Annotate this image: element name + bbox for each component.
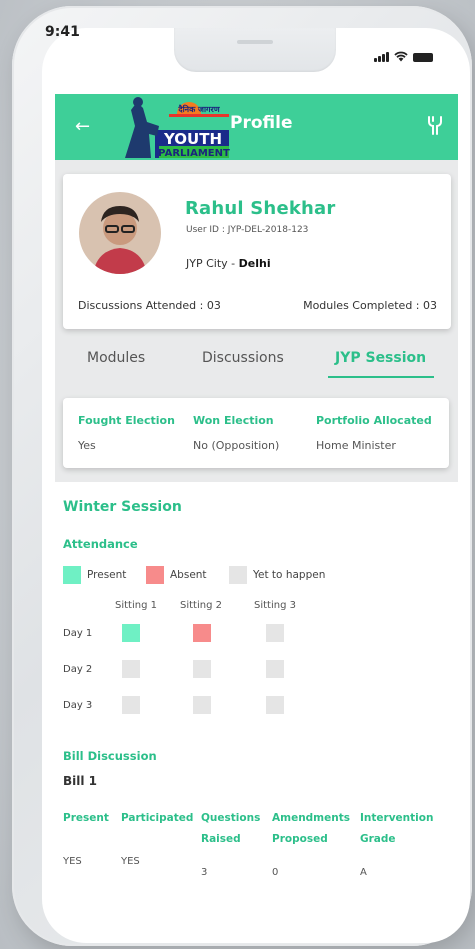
attendance-cell-day2-sitting2 [193, 660, 211, 678]
city-label: JYP City - [186, 257, 239, 270]
user-city: JYP City - Delhi [186, 257, 271, 270]
session-title: Winter Session [63, 499, 182, 515]
attendance-cell-day2-sitting1 [122, 660, 140, 678]
youth-parliament-logo: दैनिक जागरण YOUTH PARLIAMENT [125, 97, 230, 158]
attendance-cell-day2-sitting3 [266, 660, 284, 678]
attendance-cell-day1-sitting3 [266, 624, 284, 642]
bill-header-intervention-line2: Grade [360, 833, 396, 845]
day-2-label: Day 2 [63, 664, 93, 675]
logo-text-top: दैनिक जागरण [177, 104, 220, 114]
bill-discussion-title: Bill Discussion [63, 749, 157, 763]
status-icons [374, 51, 433, 62]
won-election-value: No (Opposition) [193, 439, 280, 452]
city-value: Delhi [238, 257, 271, 270]
logo-text-mid: YOUTH [163, 130, 222, 148]
tab-bar: Modules Discussions JYP Session [55, 340, 458, 380]
tab-jyp-session[interactable]: JYP Session [335, 350, 426, 366]
discussions-attended: Discussions Attended : 03 [78, 299, 221, 312]
tab-discussions[interactable]: Discussions [202, 350, 284, 366]
attendance-cell-day3-sitting3 [266, 696, 284, 714]
bill-header-intervention: Intervention Grade [360, 808, 433, 850]
legend-pending-label: Yet to happen [253, 569, 326, 581]
notch [174, 28, 336, 72]
user-name: Rahul Shekhar [185, 198, 336, 219]
legend-absent-swatch [146, 566, 164, 584]
day-3-label: Day 3 [63, 700, 93, 711]
active-tab-indicator [328, 376, 434, 378]
bill-name: Bill 1 [63, 774, 98, 788]
modules-completed: Modules Completed : 03 [303, 299, 437, 312]
bill-header-questions-line2: Raised [201, 833, 241, 845]
status-time: 9:41 [45, 24, 80, 40]
bill-header-participated-text: Participated [121, 812, 194, 824]
attendance-cell-day3-sitting1 [122, 696, 140, 714]
bill-header-questions: Questions Raised [201, 808, 260, 850]
legend-present-label: Present [87, 569, 127, 581]
logo-text-bottom: PARLIAMENT [158, 148, 230, 158]
legend-pending: Yet to happen [229, 566, 325, 584]
bill-header-participated: Participated [121, 808, 193, 829]
avatar [79, 192, 161, 274]
bill-header-amendments: Amendments Proposed [272, 808, 350, 850]
fought-election-value: Yes [78, 439, 96, 452]
election-card: Fought Election Won Election Portfolio A… [63, 398, 449, 468]
bill-value-amendments: 0 [272, 867, 279, 878]
bill-header-amendments-line1: Amendments [272, 812, 350, 824]
attendance-cell-day3-sitting2 [193, 696, 211, 714]
sitting-2-header: Sitting 2 [180, 600, 222, 611]
app-bar: ← दैनिक जागरण YOUTH PARLIAMENT Profile [55, 94, 458, 160]
legend-present: Present [63, 566, 126, 584]
portfolio-value: Home Minister [316, 439, 396, 452]
wifi-icon [394, 51, 408, 62]
legend-absent-label: Absent [170, 569, 207, 581]
user-id: User ID : JYP-DEL-2018-123 [186, 225, 309, 235]
bill-value-questions: 3 [201, 867, 208, 878]
bill-header-present: Present [63, 808, 109, 829]
sitting-1-header: Sitting 1 [115, 600, 157, 611]
signal-icon [374, 52, 389, 62]
legend-present-swatch [63, 566, 81, 584]
bill-header-present-text: Present [63, 812, 109, 824]
bill-header-questions-line1: Questions [201, 812, 261, 824]
won-election-label: Won Election [193, 414, 274, 427]
battery-icon [413, 53, 433, 62]
bill-value-present: YES [63, 856, 82, 867]
tools-icon[interactable] [424, 114, 446, 136]
attendance-cell-day1-sitting2 [193, 624, 211, 642]
bill-header-intervention-line1: Intervention [360, 812, 434, 824]
tab-modules[interactable]: Modules [87, 350, 145, 366]
portfolio-label: Portfolio Allocated [316, 414, 432, 427]
bill-header-amendments-line2: Proposed [272, 833, 328, 845]
fought-election-label: Fought Election [78, 414, 175, 427]
back-arrow-icon[interactable]: ← [75, 116, 90, 137]
legend-absent: Absent [146, 566, 207, 584]
bill-value-participated: YES [121, 856, 140, 867]
legend-pending-swatch [229, 566, 247, 584]
attendance-cell-day1-sitting1 [122, 624, 140, 642]
sitting-3-header: Sitting 3 [254, 600, 296, 611]
attendance-title: Attendance [63, 537, 138, 551]
day-1-label: Day 1 [63, 628, 93, 639]
bill-value-grade: A [360, 867, 367, 878]
page-title: Profile [230, 113, 293, 133]
profile-card: Rahul Shekhar User ID : JYP-DEL-2018-123… [63, 174, 451, 329]
speaker [237, 40, 273, 44]
